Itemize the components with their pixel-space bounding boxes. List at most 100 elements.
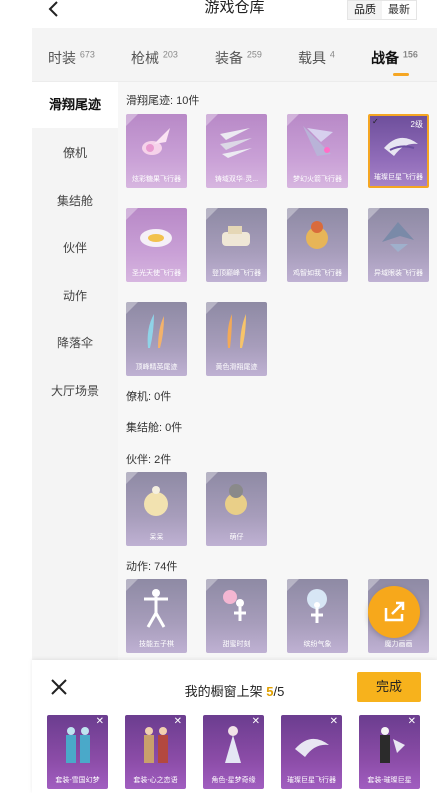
item-card[interactable]: 萌仔 bbox=[206, 472, 267, 546]
item-label: 璀璨巨星飞行器 bbox=[374, 174, 423, 181]
weather-effect-icon bbox=[307, 589, 327, 623]
outfit-figure-icon bbox=[66, 727, 90, 763]
item-label: 鸡智如我飞行器 bbox=[293, 270, 342, 277]
item-card[interactable]: 登顶巅峰飞行器 bbox=[206, 208, 267, 282]
sidebar-item-emote[interactable]: 动作 bbox=[32, 273, 118, 319]
yellow-trail-icon bbox=[227, 314, 246, 348]
tab-count: 203 bbox=[162, 49, 178, 60]
item-label: 萌仔 bbox=[229, 534, 244, 541]
chick-companion-icon bbox=[144, 486, 168, 516]
sidebar-item-pod[interactable]: 集结舱 bbox=[32, 178, 118, 224]
tab-count: 673 bbox=[79, 49, 95, 60]
tab-fashion[interactable]: 时装 673 bbox=[48, 48, 95, 68]
item-label: 黄色滑翔尾迹 bbox=[215, 364, 258, 371]
item-card[interactable]: 圣光天使飞行器 bbox=[126, 208, 187, 282]
exotic-glider-icon bbox=[382, 222, 414, 252]
section-title: 僚机: 0件 bbox=[126, 391, 172, 403]
item-card[interactable]: 铸域双华·灵... bbox=[206, 114, 267, 188]
star-glider-icon bbox=[384, 137, 418, 156]
check-icon: ✓ bbox=[372, 117, 379, 126]
outfit-figure-icon bbox=[144, 727, 168, 763]
shelf-item[interactable]: ✕ 套装-璀璨巨星 bbox=[359, 715, 420, 789]
shelf-item[interactable]: ✕ 套装-心之恋语 bbox=[125, 715, 186, 789]
pose-figure-icon bbox=[144, 589, 168, 628]
sidebar-item-companion[interactable]: 伙伴 bbox=[32, 225, 118, 271]
item-label: 套装-心之恋语 bbox=[133, 777, 178, 784]
item-label: 甜蜜时刻 bbox=[222, 641, 251, 648]
item-label: 顶峰精英尾迹 bbox=[135, 364, 178, 371]
item-card[interactable]: 鸡智如我飞行器 bbox=[287, 208, 348, 282]
sidebar-item-lobby-scene[interactable]: 大厅场景 bbox=[32, 368, 118, 414]
item-card[interactable]: 呆呆 bbox=[126, 472, 187, 546]
item-label: 梦幻火箭飞行器 bbox=[293, 176, 342, 183]
sweet-moment-icon bbox=[223, 590, 246, 621]
item-label: 炫彩糖果飞行器 bbox=[132, 176, 181, 183]
tab-label: 装备 bbox=[215, 50, 243, 66]
sidebar-item-glide-trail[interactable]: 滑翔尾迹 bbox=[32, 82, 118, 128]
candy-glider-icon bbox=[142, 128, 170, 155]
item-card[interactable]: 炫彩糖果飞行器 bbox=[126, 114, 187, 188]
sidebar-item-wingman[interactable]: 僚机 bbox=[32, 130, 118, 176]
showcase-title-text: 我的橱窗上架 bbox=[184, 684, 263, 699]
tab-label: 战备 bbox=[371, 50, 399, 66]
showcase-panel: 我的橱窗上架 5/5 完成 ✕ 套装-雪国幻梦 ✕ 套装-心之恋语 ✕ 角色-星… bbox=[32, 660, 437, 793]
character-figure-icon bbox=[225, 726, 241, 763]
peak-glider-icon bbox=[222, 226, 250, 246]
angel-glider-icon bbox=[140, 229, 172, 247]
share-button[interactable] bbox=[368, 586, 420, 638]
item-grid: 滑翔尾迹: 10件 炫彩糖果飞行器 铸域双华·灵... 梦幻火箭飞行器 ✓ 2级… bbox=[118, 82, 437, 660]
item-card-selected[interactable]: ✓ 2级 璀璨巨星飞行器 bbox=[368, 114, 429, 188]
showcase-count-total: /5 bbox=[273, 684, 285, 699]
item-label: 异域眼装飞行器 bbox=[374, 270, 423, 277]
tab-battle-prep[interactable]: 战备 156 bbox=[371, 48, 418, 76]
tab-label: 时装 bbox=[48, 50, 76, 66]
outfit-figure-icon bbox=[380, 727, 405, 763]
blade-glider-icon bbox=[220, 128, 252, 158]
sort-option-newest[interactable]: 最新 bbox=[382, 1, 416, 19]
tab-equipment[interactable]: 装备 259 bbox=[215, 48, 262, 68]
tab-label: 载具 bbox=[298, 50, 326, 66]
item-label: 角色-星梦奇缘 bbox=[211, 777, 256, 784]
item-label: 铸域双华·灵... bbox=[214, 176, 259, 183]
item-card[interactable]: 顶峰精英尾迹 bbox=[126, 302, 187, 376]
tab-weapons[interactable]: 枪械 203 bbox=[131, 48, 178, 68]
section-title: 动作: 74件 bbox=[126, 561, 178, 573]
share-export-icon bbox=[384, 601, 405, 622]
section-title: 伙伴: 2件 bbox=[126, 454, 172, 466]
item-card[interactable]: 异域眼装飞行器 bbox=[368, 208, 429, 282]
done-button[interactable]: 完成 bbox=[357, 672, 421, 702]
item-label: 魔力画画 bbox=[384, 641, 413, 648]
elite-trail-icon bbox=[147, 314, 164, 348]
showcase-count-current: 5 bbox=[266, 684, 274, 699]
tab-vehicles[interactable]: 载具 4 bbox=[298, 48, 335, 68]
item-card[interactable]: 甜蜜时刻 bbox=[206, 579, 267, 653]
item-card[interactable]: 技能五子棋 bbox=[126, 579, 187, 653]
item-label: 登顶巅峰飞行器 bbox=[212, 270, 261, 277]
rocket-glider-icon bbox=[303, 126, 333, 156]
top-bar: 游戏仓库 品质 最新 bbox=[32, 0, 437, 28]
tab-count: 259 bbox=[246, 49, 262, 60]
section-title: 滑翔尾迹: 10件 bbox=[126, 95, 200, 107]
sidebar-item-parachute[interactable]: 降落伞 bbox=[32, 320, 118, 366]
sort-option-quality[interactable]: 品质 bbox=[348, 1, 382, 19]
chicken-glider-icon bbox=[306, 221, 328, 249]
item-label: 套装-雪国幻梦 bbox=[55, 777, 100, 784]
shelf-item[interactable]: ✕ 璀璨巨星飞行器 bbox=[281, 715, 342, 789]
shelf-item[interactable]: ✕ 套装-雪国幻梦 bbox=[47, 715, 108, 789]
item-label: 呆呆 bbox=[149, 534, 164, 541]
item-label: 缤纷气象 bbox=[303, 641, 332, 648]
tab-count: 4 bbox=[329, 49, 335, 60]
star-glider-icon bbox=[295, 738, 329, 757]
tab-count: 156 bbox=[402, 49, 418, 60]
item-card[interactable]: 缤纷气象 bbox=[287, 579, 348, 653]
item-label: 技能五子棋 bbox=[139, 641, 174, 648]
item-card[interactable]: 梦幻火箭飞行器 bbox=[287, 114, 348, 188]
item-card[interactable]: 黄色滑翔尾迹 bbox=[206, 302, 267, 376]
item-label: 璀璨巨星飞行器 bbox=[287, 777, 336, 784]
section-title: 集结舱: 0件 bbox=[126, 422, 183, 434]
cute-companion-icon bbox=[225, 484, 247, 515]
shelf-item[interactable]: ✕ 角色-星梦奇缘 bbox=[203, 715, 264, 789]
item-label: 圣光天使飞行器 bbox=[132, 270, 181, 277]
sort-toggle: 品质 最新 bbox=[347, 0, 417, 20]
sidebar: 滑翔尾迹 僚机 集结舱 伙伴 动作 降落伞 大厅场景 bbox=[32, 82, 118, 660]
